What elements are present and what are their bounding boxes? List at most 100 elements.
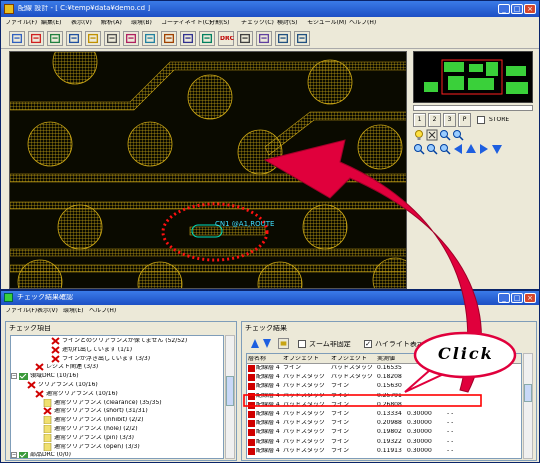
- check-tree[interactable]: ラインとのクリアランスが保てません (52/52) 途切れ出しています (1/1)…: [10, 335, 224, 459]
- close-button[interactable]: ×: [524, 4, 536, 14]
- zoom-in-icon[interactable]: [413, 143, 425, 155]
- tree-item[interactable]: 通常クリアランス (clearance) (35/35): [11, 398, 223, 408]
- zoom-area-icon[interactable]: [426, 143, 438, 155]
- split-icon[interactable]: [180, 31, 196, 46]
- layer-icon[interactable]: [47, 31, 63, 46]
- tree-item[interactable]: クリアランス (10/16): [11, 381, 223, 390]
- tree-scroll-thumb[interactable]: [226, 376, 234, 406]
- menu-item[interactable]: 表示(V): [71, 20, 92, 26]
- tree-item[interactable]: ラインが浮き出しています (3/3): [11, 354, 223, 364]
- menu-item[interactable]: ヘルプ(H): [349, 20, 376, 26]
- menu-item[interactable]: 編集(E): [41, 20, 61, 26]
- table-row[interactable]: 配線層 4 パッドスタック パッドスタック 0.18208: [247, 373, 521, 382]
- check-titlebar[interactable]: チェック結果確認 _ □ ×: [1, 291, 539, 305]
- open-icon[interactable]: [9, 31, 25, 46]
- edit-icon[interactable]: [28, 31, 44, 46]
- tree-item[interactable]: − 部品DRC (0/0): [11, 451, 223, 458]
- zoom-out-icon[interactable]: [452, 129, 464, 141]
- table-row[interactable]: 配線層 4 パッドスタック ライン 0.26808: [247, 401, 521, 410]
- tree-item[interactable]: 通常クリアランス (inhibit) (2/2): [11, 416, 223, 425]
- highlight-checkbox[interactable]: ✓: [364, 340, 372, 348]
- check-menu-item[interactable]: 表示(V): [37, 308, 58, 314]
- menu-item[interactable]: コーディネイト(C): [161, 20, 211, 26]
- check-menu-item[interactable]: ファイル(F): [5, 308, 37, 314]
- table-row[interactable]: 配線層 4 パッドスタック ライン 0.15630: [247, 382, 521, 391]
- menu-item[interactable]: ファイル(F): [5, 20, 37, 26]
- table-row[interactable]: 配線層 4 パッドスタック ライン 0.19322 0.30000- -: [247, 438, 521, 447]
- via-icon[interactable]: [142, 31, 158, 46]
- check-close-button[interactable]: ×: [524, 293, 536, 303]
- tree-item[interactable]: ラインとのクリアランスが保てません (52/52): [11, 337, 223, 346]
- error-icon: [51, 337, 60, 345]
- layer-button[interactable]: 2: [428, 113, 441, 127]
- layer-button[interactable]: 1: [413, 113, 426, 127]
- tree-item[interactable]: 通常クリアランス (pin) (3/3): [11, 433, 223, 443]
- bulb-icon[interactable]: [413, 129, 425, 141]
- overview-map[interactable]: [413, 51, 533, 103]
- redo-icon[interactable]: [294, 31, 310, 46]
- expand-toggle[interactable]: −: [11, 452, 17, 458]
- check-minimize-button[interactable]: _: [498, 293, 510, 303]
- select-icon[interactable]: [426, 129, 438, 141]
- menu-item[interactable]: 解析(A): [101, 20, 122, 26]
- layer-button[interactable]: 3: [443, 113, 456, 127]
- main-titlebar[interactable]: 配線 設計 - [ C:¥temp¥data¥demo.cd ] _ □ ×: [1, 1, 539, 17]
- menu-item[interactable]: 分割(S): [209, 20, 230, 26]
- arrow-icon[interactable]: [199, 31, 215, 46]
- tree-item[interactable]: レジスト関連 (3/3): [11, 363, 223, 372]
- column-header[interactable]: 層名称: [248, 356, 266, 362]
- menu-item[interactable]: 環境(B): [131, 20, 152, 26]
- arrow-right-icon[interactable]: [478, 143, 490, 155]
- results-scrollbar[interactable]: [523, 353, 533, 459]
- results-scroll-thumb[interactable]: [524, 384, 532, 402]
- check-icon[interactable]: [85, 31, 101, 46]
- arrow-left-icon[interactable]: [452, 143, 464, 155]
- arrow-down-icon[interactable]: [491, 143, 503, 155]
- export-button[interactable]: [278, 338, 289, 349]
- zoom-slider[interactable]: [413, 105, 533, 111]
- column-header[interactable]: オブジェクト: [283, 356, 319, 362]
- menu-item[interactable]: 検討(S): [277, 20, 298, 26]
- expand-toggle[interactable]: −: [11, 373, 17, 380]
- tree-item[interactable]: 通常クリアランス (hole) (2/2): [11, 425, 223, 434]
- drc-icon[interactable]: DRC: [218, 31, 234, 46]
- undo-icon[interactable]: [275, 31, 291, 46]
- menu-item[interactable]: チェック(C): [241, 20, 274, 26]
- next-error-button[interactable]: [262, 338, 272, 349]
- grid-icon[interactable]: [104, 31, 120, 46]
- tree-item[interactable]: 途切れ出しています (1/1): [11, 346, 223, 355]
- prev-error-button[interactable]: [250, 338, 260, 349]
- zoom-fixed-checkbox[interactable]: [298, 340, 306, 348]
- route-icon[interactable]: [123, 31, 139, 46]
- table-row[interactable]: 配線層 4 パッドスタック ライン 0.25791: [247, 392, 521, 401]
- tree-item[interactable]: 通常クリアランス (open) (3/3): [11, 442, 223, 452]
- menu-item[interactable]: モジュール(M): [307, 20, 346, 26]
- error-icon: [248, 438, 255, 446]
- minimize-button[interactable]: _: [498, 4, 510, 14]
- layer-button[interactable]: P: [458, 113, 471, 127]
- table-row[interactable]: 配線層 4 パッドスタック ライン 0.13334 0.30000- -: [247, 410, 521, 419]
- check-menu-item[interactable]: ヘルプ(H): [89, 308, 116, 314]
- tree-scrollbar[interactable]: [225, 335, 235, 459]
- pad-icon[interactable]: [161, 31, 177, 46]
- zoom-fit-icon[interactable]: [439, 129, 451, 141]
- tree-item[interactable]: 通常クリアランス (short) (31/31): [11, 407, 223, 416]
- column-header[interactable]: オブジェクト: [331, 356, 367, 362]
- store-checkbox[interactable]: [477, 116, 485, 124]
- check-maximize-button[interactable]: □: [511, 293, 523, 303]
- check-menu-item[interactable]: 環境(E): [63, 308, 83, 314]
- zoom-icon[interactable]: [237, 31, 253, 46]
- table-row[interactable]: 配線層 4 ライン パッドスタック 0.16535: [247, 364, 521, 373]
- table-row[interactable]: 配線層 4 パッドスタック ライン 0.20988 0.30000- -: [247, 419, 521, 428]
- measure-icon[interactable]: [256, 31, 272, 46]
- column-header[interactable]: 実測値: [377, 356, 395, 362]
- table-row[interactable]: 配線層 4 パッドスタック ライン 0.19802 0.30000- -: [247, 428, 521, 437]
- arrow-up-icon[interactable]: [465, 143, 477, 155]
- zoom-prev-icon[interactable]: [439, 143, 451, 155]
- tree-item[interactable]: − 領域DRC (10/16): [11, 372, 223, 381]
- table-row[interactable]: 配線層 4 パッドスタック ライン 0.11913 0.30000- -: [247, 447, 521, 456]
- pcb-canvas[interactable]: CN1 @A1,ROUTE: [9, 51, 407, 289]
- maximize-button[interactable]: □: [511, 4, 523, 14]
- net-icon[interactable]: [66, 31, 82, 46]
- tree-item[interactable]: 通常クリアランス (10/16): [11, 390, 223, 399]
